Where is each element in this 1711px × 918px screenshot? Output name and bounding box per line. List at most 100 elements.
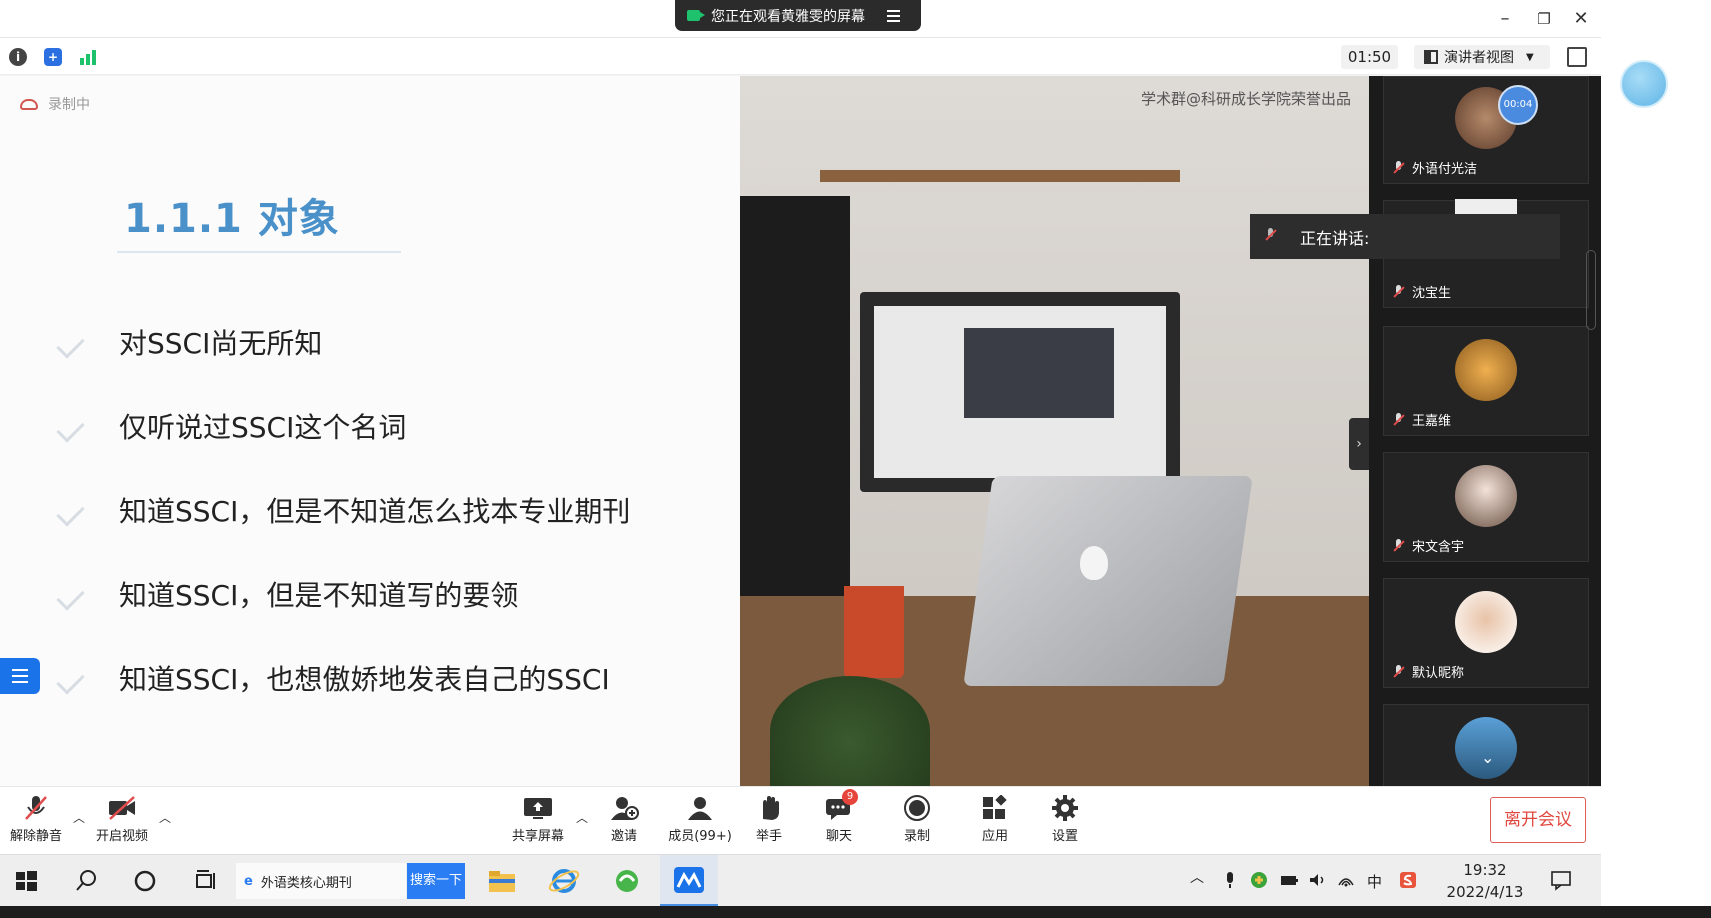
browser-360-icon[interactable] bbox=[609, 863, 645, 899]
screen-bottom-strip bbox=[0, 906, 1601, 918]
bullet-text: 知道SSCI，但是不知道怎么找本专业期刊 bbox=[119, 495, 631, 528]
recording-label: 录制中 bbox=[48, 97, 90, 113]
mic-tray-icon[interactable] bbox=[1221, 871, 1239, 889]
bullet-text: 知道SSCI，也想傲娇地发表自己的SSCI bbox=[119, 663, 610, 696]
participant-gallery: 00:04 外语付光洁 沈宝生 王嘉维 宋文含宇 默认昵称 bbox=[1369, 76, 1601, 786]
share-screen-button[interactable]: 共享屏幕 bbox=[502, 793, 574, 851]
close-icon[interactable]: ✕ bbox=[1568, 6, 1594, 32]
notification-icon[interactable] bbox=[1550, 869, 1572, 891]
volume-icon[interactable] bbox=[1308, 871, 1326, 889]
bullet-item: 知道SSCI，也想傲娇地发表自己的SSCI bbox=[57, 658, 610, 698]
bullet-text: 知道SSCI，但是不知道写的要领 bbox=[119, 579, 519, 612]
unmute-label: 解除静音 bbox=[9, 829, 62, 844]
battery-icon[interactable] bbox=[1280, 871, 1298, 889]
audio-options-chevron-icon[interactable]: ︿ bbox=[73, 809, 85, 826]
browser-search-button[interactable]: 搜索一下 bbox=[407, 863, 465, 899]
meeting-window: 您正在观看黄雅雯的屏幕 – ❐ ✕ i + 01:50 演讲者视图 ▼ 录制中 … bbox=[0, 0, 1601, 918]
cortana-icon[interactable] bbox=[127, 863, 163, 899]
security-tray-icon[interactable] bbox=[1250, 871, 1268, 889]
menu-icon[interactable] bbox=[887, 7, 900, 25]
invite-button[interactable]: 邀请 bbox=[588, 793, 660, 851]
participant-tile[interactable]: 宋文含宇 bbox=[1383, 452, 1589, 562]
participant-name: 外语付光洁 bbox=[1412, 162, 1478, 177]
apps-label: 应用 bbox=[981, 829, 1008, 844]
start-video-label: 开启视频 bbox=[95, 829, 148, 844]
apps-button[interactable]: 应用 bbox=[959, 793, 1031, 851]
layout-icon bbox=[1424, 50, 1438, 64]
unmute-button[interactable]: 解除静音 bbox=[0, 793, 72, 851]
task-view-icon[interactable] bbox=[187, 863, 223, 899]
internet-explorer-icon[interactable] bbox=[546, 863, 582, 899]
raise-hand-label: 举手 bbox=[755, 829, 782, 844]
signal-strength-icon[interactable] bbox=[79, 48, 97, 66]
taskbar-clock[interactable]: 19:32 2022/4/13 bbox=[1440, 859, 1530, 903]
view-mode-label: 演讲者视图 bbox=[1444, 50, 1514, 66]
view-mode-button[interactable]: 演讲者视图 ▼ bbox=[1414, 45, 1550, 69]
speaking-label: 正在讲话: bbox=[1300, 228, 1370, 248]
list-icon[interactable] bbox=[0, 658, 40, 694]
start-video-button[interactable]: 开启视频 bbox=[86, 793, 158, 851]
meeting-controls-bar: 解除静音 ︿ 开启视频 ︿ 共享屏幕 ︿ 邀请 成员(99+) 举手 9 聊天 … bbox=[0, 786, 1601, 854]
meeting-toolbar: i + 01:50 演讲者视图 ▼ bbox=[0, 38, 1601, 75]
chat-icon: 9 bbox=[824, 789, 858, 821]
record-label: 录制 bbox=[903, 829, 930, 844]
security-shield-icon[interactable]: + bbox=[44, 48, 62, 66]
chevron-down-icon: ▼ bbox=[1526, 51, 1534, 63]
video-options-chevron-icon[interactable]: ︿ bbox=[159, 809, 171, 826]
windows-start-icon[interactable] bbox=[8, 863, 44, 899]
raise-hand-button[interactable]: 举手 bbox=[733, 793, 805, 851]
share-screen-label: 共享屏幕 bbox=[511, 829, 564, 844]
desktop-right-margin bbox=[1601, 0, 1711, 918]
screen-share-banner[interactable]: 您正在观看黄雅雯的屏幕 bbox=[675, 0, 921, 31]
speaking-time-badge: 00:04 bbox=[1498, 85, 1538, 125]
file-explorer-icon[interactable] bbox=[484, 863, 520, 899]
participant-tile[interactable]: 默认昵称 bbox=[1383, 578, 1589, 688]
members-button[interactable]: 成员(99+) bbox=[660, 793, 740, 851]
participant-tile[interactable] bbox=[1383, 704, 1589, 786]
add-user-icon bbox=[609, 795, 639, 821]
tray-expand-chevron-icon[interactable]: ︿ bbox=[1187, 867, 1207, 887]
leave-meeting-button[interactable]: 离开会议 bbox=[1490, 797, 1586, 843]
browser-search-input[interactable]: e 外语类核心期刊 bbox=[236, 863, 406, 899]
collapse-gallery-button[interactable]: › bbox=[1349, 418, 1369, 470]
chat-button[interactable]: 9 聊天 bbox=[803, 789, 875, 851]
settings-button[interactable]: 设置 bbox=[1029, 793, 1101, 851]
sogou-input-icon[interactable] bbox=[1399, 871, 1417, 889]
photo-monitor-left bbox=[740, 196, 850, 616]
record-button[interactable]: 录制 bbox=[881, 793, 953, 851]
wifi-icon[interactable] bbox=[1337, 871, 1355, 889]
participant-name: 王嘉维 bbox=[1412, 414, 1452, 429]
apple-logo-icon bbox=[1080, 546, 1108, 580]
recording-indicator: 录制中 bbox=[20, 94, 90, 114]
ime-indicator[interactable]: 中 bbox=[1367, 871, 1385, 891]
chat-unread-badge: 9 bbox=[842, 789, 858, 805]
photo-monitor bbox=[860, 292, 1180, 492]
tencent-meeting-taskbar-button[interactable] bbox=[660, 855, 718, 907]
video-off-icon bbox=[107, 795, 137, 821]
floating-assistant-ball[interactable] bbox=[1620, 60, 1668, 108]
shared-slide: 录制中 1.1.1 对象 对SSCI尚无所知 仅听说过SSCI这个名词 知道SS… bbox=[0, 76, 740, 786]
avatar bbox=[1455, 591, 1517, 653]
share-screen-icon bbox=[523, 795, 553, 821]
mic-muted-icon bbox=[1264, 227, 1278, 246]
shared-video-area: 学术群@科研成长学院荣誉出品 bbox=[740, 76, 1369, 786]
restore-icon[interactable]: ❐ bbox=[1531, 6, 1557, 32]
search-icon[interactable] bbox=[68, 863, 104, 899]
chat-label: 聊天 bbox=[825, 829, 852, 844]
members-label: 成员(99+) bbox=[668, 829, 732, 844]
hand-icon bbox=[754, 795, 784, 821]
gallery-scrollbar[interactable] bbox=[1586, 250, 1596, 330]
check-icon bbox=[57, 496, 91, 524]
participant-tile[interactable]: 王嘉维 bbox=[1383, 326, 1589, 436]
fullscreen-icon[interactable] bbox=[1567, 47, 1587, 67]
photo-shelf bbox=[820, 170, 1180, 182]
info-icon[interactable]: i bbox=[9, 48, 27, 66]
ie-icon: e bbox=[244, 873, 253, 889]
minimize-icon[interactable]: – bbox=[1492, 6, 1518, 32]
scroll-down-chevron-icon[interactable]: ⌄ bbox=[1481, 748, 1494, 767]
participant-name: 沈宝生 bbox=[1412, 286, 1452, 301]
active-speaker-toast: 正在讲话: bbox=[1250, 214, 1560, 259]
participant-tile[interactable]: 00:04 外语付光洁 bbox=[1383, 76, 1589, 184]
members-icon bbox=[685, 795, 715, 821]
share-options-chevron-icon[interactable]: ︿ bbox=[576, 809, 588, 826]
